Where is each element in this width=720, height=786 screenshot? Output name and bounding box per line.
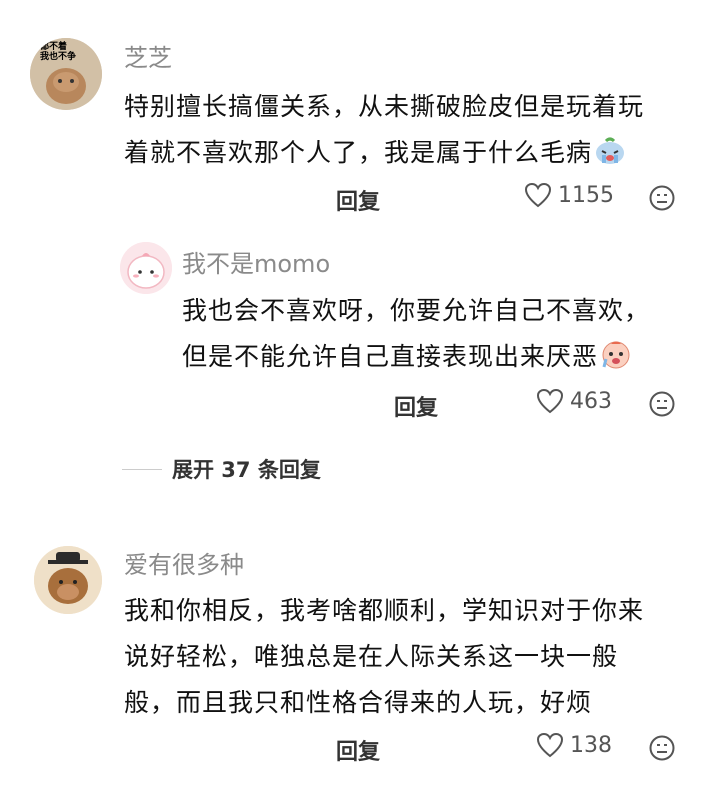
- heart-icon: [536, 388, 564, 414]
- avatar[interactable]: [120, 242, 172, 294]
- username[interactable]: 爱有很多种: [124, 549, 244, 581]
- avatar[interactable]: 都不着 我也不争: [30, 38, 102, 110]
- like-count: 1155: [558, 182, 614, 208]
- avatar-text: 都不着 我也不争: [40, 42, 77, 62]
- comment-line: 特别擅长搞僵关系，从未撕破脸皮但是玩着玩: [124, 92, 645, 121]
- comment-text: 我也会不喜欢呀，你要允许自己不喜欢， 但是不能允许自己直接表现出来厌恶: [182, 288, 650, 384]
- like-count: 463: [570, 388, 612, 414]
- heart-icon: [524, 182, 552, 208]
- comment-line: 我也会不喜欢呀，你要允许自己不喜欢，: [182, 296, 651, 325]
- emoji-icon[interactable]: [648, 390, 676, 422]
- reply-button[interactable]: 回复: [336, 184, 380, 216]
- divider: [122, 468, 162, 470]
- comment-text: 我和你相反，我考啥都顺利，学知识对于你来 说好轻松，唯独总是在人际关系这一块一般…: [124, 588, 644, 726]
- comment-line: 般，而且我只和性格合得来的人玩，好烦: [124, 688, 593, 717]
- like-button[interactable]: 463: [536, 388, 612, 414]
- like-button[interactable]: 138: [536, 732, 612, 758]
- username[interactable]: 我不是momo: [182, 248, 330, 280]
- comment-line: 说好轻松，唯独总是在人际关系这一块一般: [124, 642, 619, 671]
- expand-replies-button[interactable]: 展开 37 条回复: [122, 454, 321, 484]
- sad-face-icon: [600, 338, 632, 384]
- like-button[interactable]: 1155: [524, 182, 614, 208]
- emoji-icon[interactable]: [648, 184, 676, 216]
- username[interactable]: 芝芝: [124, 42, 172, 74]
- reply-button[interactable]: 回复: [394, 390, 438, 422]
- emoji-icon[interactable]: [648, 734, 676, 766]
- comment-line: 着就不喜欢那个人了，我是属于什么毛病: [124, 130, 644, 180]
- comment-line: 但是不能允许自己直接表现出来厌恶: [182, 334, 650, 384]
- comment-line: 我和你相反，我考啥都顺利，学知识对于你来: [124, 596, 645, 625]
- avatar[interactable]: [34, 546, 102, 614]
- reply-button[interactable]: 回复: [336, 734, 380, 766]
- comment-text: 特别擅长搞僵关系，从未撕破脸皮但是玩着玩 着就不喜欢那个人了，我是属于什么毛病: [124, 84, 644, 180]
- crying-face-icon: [594, 134, 626, 180]
- like-count: 138: [570, 732, 612, 758]
- heart-icon: [536, 732, 564, 758]
